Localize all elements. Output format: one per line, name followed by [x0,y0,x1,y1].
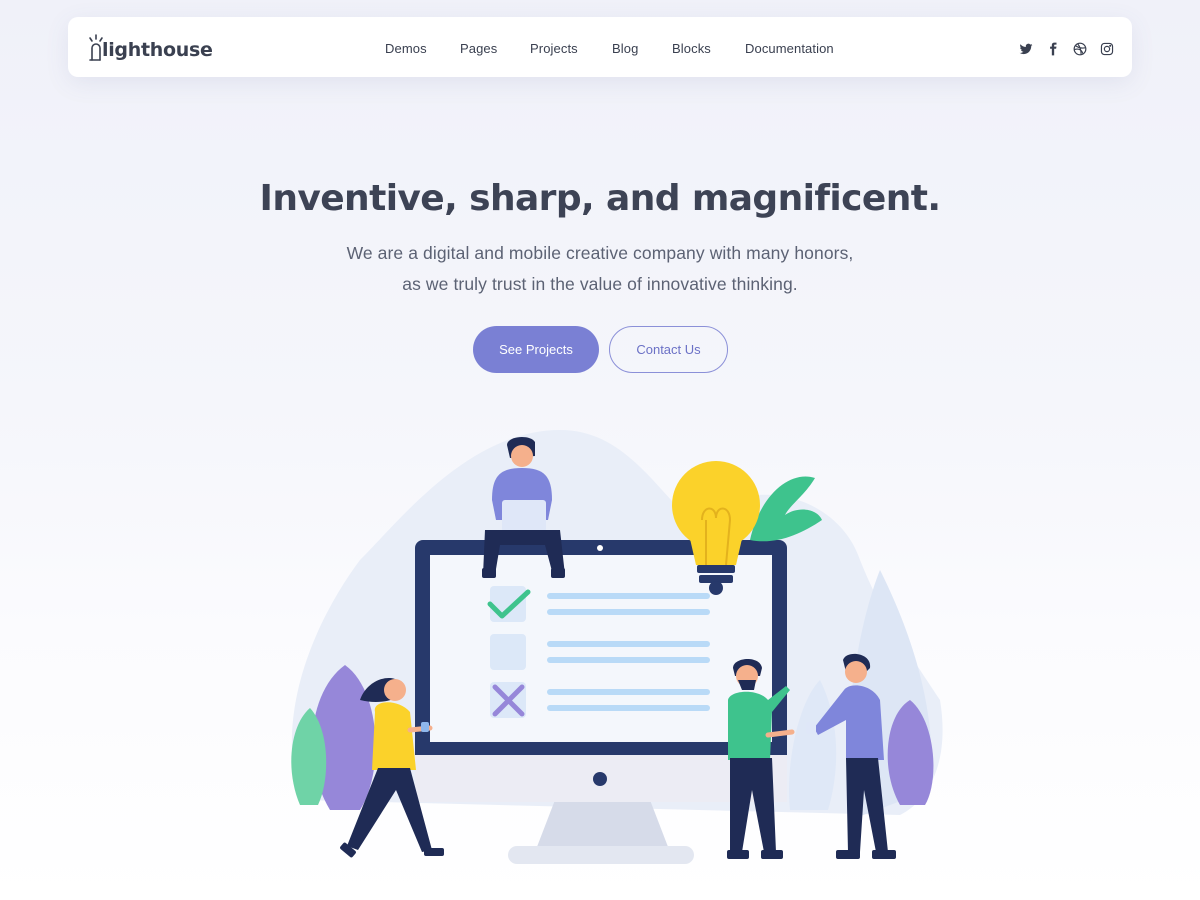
nav-item-blocks[interactable]: Blocks [672,41,711,56]
twitter-icon[interactable] [1019,42,1033,56]
nav-item-documentation[interactable]: Documentation [745,41,834,56]
navbar: lighthouse Demos Pages Projects Blog Blo… [68,17,1132,77]
monitor-stand [508,800,694,864]
nav-item-pages[interactable]: Pages [460,41,497,56]
social-links [1019,42,1114,56]
dribbble-icon[interactable] [1073,42,1087,56]
hero-illustration [291,430,943,864]
nav-item-projects[interactable]: Projects [530,41,578,56]
main-nav: Demos Pages Projects Blog Blocks Documen… [68,17,1132,77]
hero-subtitle-line-1: We are a digital and mobile creative com… [346,243,854,263]
instagram-icon[interactable] [1100,42,1114,56]
nav-item-demos[interactable]: Demos [385,41,427,56]
contact-us-button[interactable]: Contact Us [609,326,728,373]
facebook-icon[interactable] [1046,42,1060,56]
hero-subtitle-line-2: as we truly trust in the value of innova… [402,274,798,294]
nav-item-blog[interactable]: Blog [612,41,638,56]
hero-title: Inventive, sharp, and magnificent. [259,178,942,219]
brand-name: lighthouse [102,39,213,61]
see-projects-button[interactable]: See Projects [473,326,599,373]
brand-logo[interactable]: lighthouse [88,32,213,66]
